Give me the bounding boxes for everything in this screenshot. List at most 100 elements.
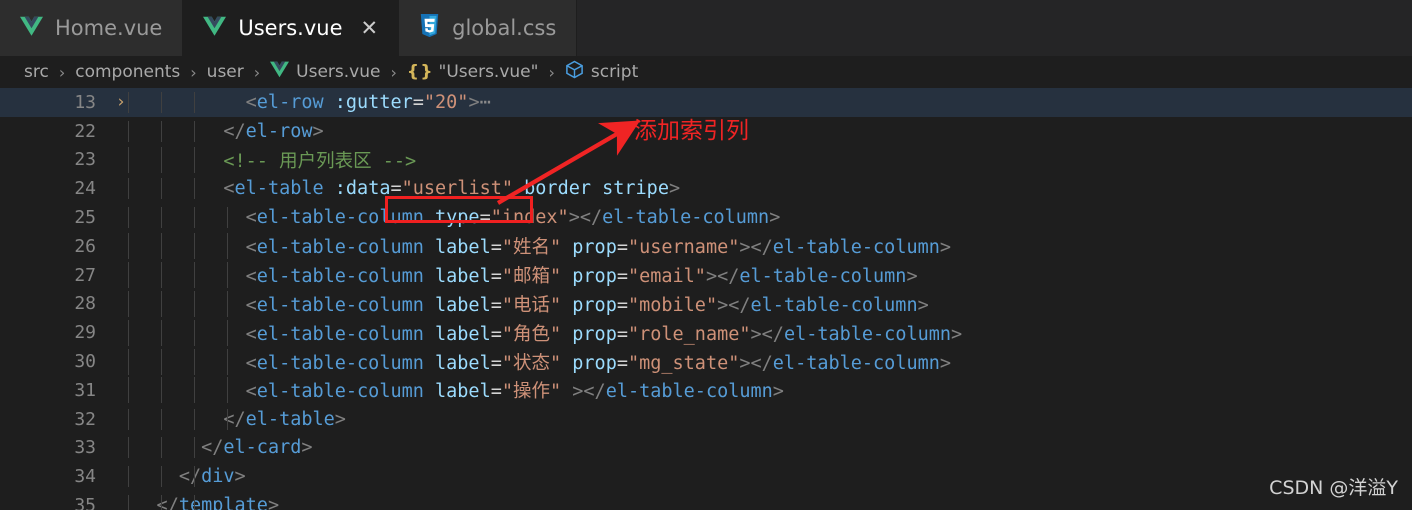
breadcrumb-item-script[interactable]: script: [563, 60, 640, 84]
code-token: =: [616, 323, 628, 345]
code-token: >: [769, 207, 781, 229]
code-text: <el-table-column label="状态" prop="mg_sta…: [104, 348, 1412, 375]
code-text: </div>: [104, 466, 1412, 488]
code-token: label: [435, 352, 491, 374]
code-token: </: [112, 495, 179, 510]
code-token: el-table-column: [602, 207, 770, 229]
code-token: "role_name": [627, 323, 751, 345]
code-line[interactable]: 13 › <el-row :gutter="20">⋯: [0, 88, 1412, 117]
code-token: "index": [490, 207, 569, 229]
code-line[interactable]: 26 <el-table-column label="姓名" prop="use…: [0, 232, 1412, 261]
close-icon[interactable]: ✕: [361, 17, 379, 39]
code-token: =: [479, 207, 491, 229]
code-token: el-table-column: [256, 352, 424, 374]
code-token: =: [616, 266, 628, 288]
code-line[interactable]: 22 </el-row>: [0, 117, 1412, 146]
code-text: <el-row :gutter="20">⋯: [104, 91, 1412, 113]
code-token: ></: [717, 294, 751, 316]
code-token: =: [490, 323, 502, 345]
breadcrumb-separator: ›: [253, 62, 261, 82]
code-token: prop: [572, 237, 617, 259]
code-line[interactable]: 27 <el-table-column label="邮箱" prop="ema…: [0, 261, 1412, 290]
code-token: el-table-column: [256, 237, 424, 259]
code-token: =: [616, 294, 628, 316]
code-token: el-row: [256, 91, 324, 113]
code-token: el-table-column: [256, 294, 424, 316]
code-text: <el-table-column label="操作" ></el-table-…: [104, 377, 1412, 404]
code-token: prop: [572, 294, 617, 316]
breadcrumb-label: script: [590, 62, 639, 82]
code-token: </: [112, 120, 246, 142]
tab-bar-filler: [577, 0, 1412, 56]
line-number-gutter: 25: [0, 207, 104, 228]
line-number: 35: [74, 495, 96, 510]
code-token: ></: [739, 352, 773, 374]
line-number: 30: [74, 351, 96, 373]
code-token: label: [435, 294, 491, 316]
line-number-gutter: 30: [0, 351, 104, 372]
breadcrumb-item-src[interactable]: src: [22, 62, 51, 82]
code-line[interactable]: 32 </el-table>: [0, 405, 1412, 434]
code-token: <!-- 用户列表区 -->: [112, 150, 417, 172]
code-token: <: [112, 294, 257, 316]
code-token: "角色": [501, 323, 562, 345]
code-line[interactable]: 25 <el-table-column type="index"></el-ta…: [0, 203, 1412, 232]
line-number-gutter: 33: [0, 437, 104, 458]
code-line[interactable]: 35 </template>: [0, 491, 1412, 510]
line-number-gutter: 28: [0, 293, 104, 314]
code-line[interactable]: 31 <el-table-column label="操作" ></el-tab…: [0, 376, 1412, 405]
code-line[interactable]: 23 <!-- 用户列表区 -->: [0, 146, 1412, 175]
breadcrumb-separator: ›: [190, 62, 197, 82]
code-text: <el-table-column type="index"></el-table…: [104, 207, 1412, 229]
code-line[interactable]: 34 </div>: [0, 462, 1412, 491]
code-token: >: [772, 381, 784, 403]
code-token: =: [616, 352, 628, 374]
breadcrumb-label: components: [75, 62, 181, 82]
code-token: "邮箱": [501, 266, 562, 288]
code-token: =: [490, 352, 502, 374]
code-token: >: [939, 352, 952, 374]
code-token: el-table-column: [772, 352, 940, 374]
code-token: ></: [739, 237, 773, 259]
line-number: 23: [74, 149, 96, 171]
editor-tab-home-vue[interactable]: Home.vue: [0, 0, 184, 56]
code-editor[interactable]: 13 › <el-row :gutter="20">⋯ 22 </el-row> 23…: [0, 88, 1412, 510]
breadcrumb-item-user[interactable]: user: [205, 62, 246, 82]
editor-tab-users-vue[interactable]: Users.vue ✕: [183, 0, 400, 56]
code-line[interactable]: 28 <el-table-column label="电话" prop="mob…: [0, 290, 1412, 319]
code-token: :gutter: [334, 91, 413, 113]
vue-icon: [20, 16, 43, 41]
editor-tab-global-css[interactable]: global.css: [399, 0, 578, 56]
line-number: 24: [74, 178, 96, 200]
code-text: </template>: [104, 495, 1412, 510]
code-token: =: [490, 294, 502, 316]
code-token: el-table-column: [256, 207, 424, 229]
code-token: div: [201, 466, 235, 488]
code-token: <: [112, 352, 257, 374]
code-token: <: [112, 207, 257, 229]
line-number-gutter: 32: [0, 409, 104, 430]
code-line[interactable]: 30 <el-table-column label="状态" prop="mg_…: [0, 347, 1412, 376]
breadcrumb-item-usersvue[interactable]: { } "Users.vue": [405, 62, 541, 82]
code-token: <: [112, 237, 257, 259]
code-token: el-table-column: [739, 266, 907, 288]
code-token: "userlist": [401, 178, 514, 200]
code-token: </: [112, 408, 246, 430]
code-line[interactable]: 24 <el-table :data="userlist" border str…: [0, 174, 1412, 203]
code-token: el-table: [245, 408, 335, 430]
code-token: >: [468, 91, 480, 113]
breadcrumb-item-components[interactable]: components: [73, 62, 182, 82]
code-token: <: [112, 381, 257, 403]
line-number: 28: [74, 293, 96, 315]
code-token: prop: [572, 323, 617, 345]
code-token: "状态": [501, 352, 562, 374]
code-line[interactable]: 33 </el-card>: [0, 434, 1412, 463]
line-number-gutter: 24: [0, 178, 104, 199]
code-line[interactable]: 29 <el-table-column label="角色" prop="rol…: [0, 318, 1412, 347]
breadcrumb-item-usersvue[interactable]: Users.vue: [268, 61, 382, 83]
